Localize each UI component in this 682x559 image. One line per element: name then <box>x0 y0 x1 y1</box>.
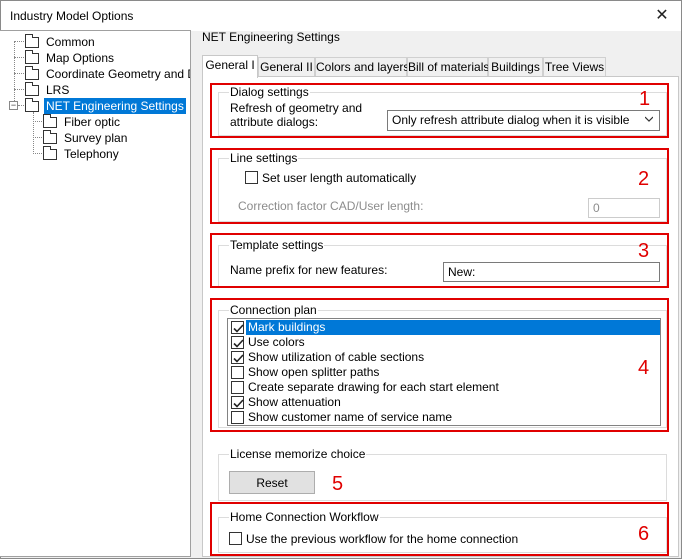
folder-icon <box>25 34 39 48</box>
tree-connector <box>33 121 42 122</box>
tab-buildings[interactable]: Buildings <box>488 57 543 77</box>
annotation-number-6: 6 <box>638 523 650 545</box>
folder-icon <box>43 130 57 144</box>
annotation-number-3: 3 <box>638 240 650 262</box>
tree-item-label: Survey plan <box>64 131 128 145</box>
close-icon[interactable]: ✕ <box>653 7 671 25</box>
tree-item-label: Fiber optic <box>64 115 121 129</box>
tree-connector <box>33 137 42 138</box>
annotation-box-6 <box>210 502 669 556</box>
annotation-number-2: 2 <box>638 168 650 190</box>
annotation-box-2 <box>210 148 669 224</box>
tree-item-label: Telephony <box>64 147 119 161</box>
tree-connector <box>33 153 42 154</box>
window-title: Industry Model Options <box>10 9 134 23</box>
annotation-number-4: 4 <box>638 357 650 379</box>
title-bar: Industry Model Options ✕ <box>1 1 681 31</box>
annotation-box-3 <box>210 233 669 288</box>
tree-item-label: NET Engineering Settings <box>44 98 186 114</box>
folder-icon <box>43 114 57 128</box>
folder-icon <box>25 66 39 80</box>
panel-title: NET Engineering Settings <box>202 30 340 44</box>
tab-bill-of-materials[interactable]: Bill of materials <box>407 57 489 77</box>
tree-connector <box>18 105 24 106</box>
tree-item-label: Coordinate Geometry and Dime <box>46 67 190 81</box>
tab-general-2[interactable]: General II <box>258 57 315 77</box>
tree-connector <box>33 112 34 154</box>
options-tree[interactable]: Common Map Options Coordinate Geometry a… <box>0 30 191 557</box>
tree-item-label: LRS <box>46 83 70 97</box>
annotation-box-1 <box>210 83 669 138</box>
tree-item-label: Map Options <box>46 51 115 65</box>
tree-connector <box>14 89 24 90</box>
tab-general-1[interactable]: General I <box>202 55 258 78</box>
folder-icon <box>25 82 39 96</box>
annotation-number-1: 1 <box>639 88 651 110</box>
reset-button[interactable]: Reset <box>229 471 315 494</box>
folder-icon <box>43 146 57 160</box>
folder-icon <box>25 98 39 112</box>
tree-connector <box>14 41 24 42</box>
tab-tree-views[interactable]: Tree Views <box>543 57 606 77</box>
annotation-number-5: 5 <box>332 473 344 495</box>
annotation-box-4 <box>210 298 669 432</box>
tree-connector <box>14 73 24 74</box>
tree-item-label: Common <box>46 35 95 49</box>
collapse-toggle[interactable]: − <box>9 101 18 110</box>
tree-connector <box>14 57 24 58</box>
folder-icon <box>25 50 39 64</box>
tab-colors-and-layers[interactable]: Colors and layers <box>315 57 409 77</box>
group-title: License memorize choice <box>229 447 367 461</box>
